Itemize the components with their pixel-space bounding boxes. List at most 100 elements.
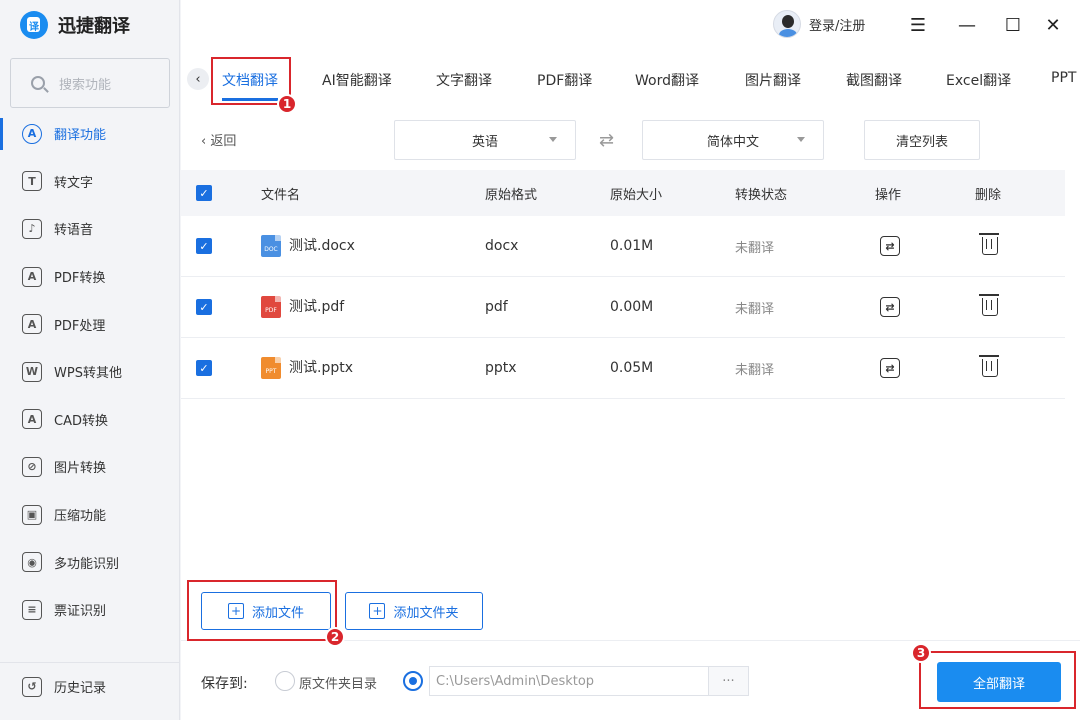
convert-icon[interactable]: ⇄ xyxy=(880,236,900,256)
sidebar-item-label: 压缩功能 xyxy=(54,509,107,525)
tab-screenshot-translate[interactable]: 截图翻译 xyxy=(846,70,902,90)
search-placeholder: 搜索功能 xyxy=(59,77,112,93)
tab-text-translate[interactable]: 文字翻译 xyxy=(436,70,492,90)
sidebar-item[interactable]: ≡ 票证识别 xyxy=(0,586,180,634)
sidebar-item[interactable]: A CAD转换 xyxy=(0,396,180,444)
sidebar-item-label: 转语音 xyxy=(54,223,94,239)
sidebar-item-label: 历史记录 xyxy=(54,681,107,697)
sidebar-item-label: CAD转换 xyxy=(54,413,108,429)
pdf-process-icon: A xyxy=(22,314,42,335)
minimize-icon[interactable]: — xyxy=(956,14,978,36)
table-row[interactable]: ✓ PDF 测试.pdf pdf 0.00M 未翻译 ⇄ xyxy=(181,277,1065,338)
add-folder-label: 添加文件夹 xyxy=(393,605,459,621)
row-checkbox[interactable]: ✓ xyxy=(196,360,212,376)
tab-ai-translate[interactable]: AI智能翻译 xyxy=(322,70,392,90)
sidebar-item[interactable]: A PDF处理 xyxy=(0,300,180,348)
convert-icon[interactable]: ⇄ xyxy=(880,297,900,317)
sidebar-item[interactable]: ◉ 多功能识别 xyxy=(0,538,180,586)
ticket-icon: ≡ xyxy=(22,599,42,620)
annotation-badge-1: 1 xyxy=(277,94,297,114)
file-status: 未翻译 xyxy=(735,301,775,317)
close-icon[interactable]: ✕ xyxy=(1042,14,1064,36)
sidebar-item-label: PDF转换 xyxy=(54,271,106,287)
tab-word-translate[interactable]: Word翻译 xyxy=(635,70,699,90)
logo-icon: 译 xyxy=(20,11,48,39)
sidebar-item-label: 翻译功能 xyxy=(54,128,107,144)
eye-icon: ◉ xyxy=(22,552,42,573)
source-language-select[interactable]: 英语 xyxy=(394,120,576,160)
sidebar: 译 迅捷翻译 搜索功能 A 翻译功能 T 转文字 ♪ 转语音 A PDF转换 A PDF处理 W WP… xyxy=(0,0,180,720)
menu-icon[interactable]: ☰ xyxy=(907,14,929,36)
back-link[interactable]: ‹ 返回 xyxy=(201,130,236,149)
file-size: 0.00M xyxy=(610,299,654,315)
custom-path-radio[interactable] xyxy=(403,671,423,691)
tab-excel-translate[interactable]: Excel翻译 xyxy=(946,70,1011,90)
original-dir-label: 原文件夹目录 xyxy=(299,677,378,692)
output-path-input[interactable] xyxy=(429,666,709,696)
file-name: 测试.pdf xyxy=(289,299,345,315)
column-header-action: 操作 xyxy=(875,187,902,203)
search-box[interactable]: 搜索功能 xyxy=(10,58,170,108)
file-format: pdf xyxy=(485,299,508,315)
app-title: 迅捷翻译 xyxy=(58,16,130,37)
column-header-size: 原始大小 xyxy=(610,187,663,203)
sidebar-item[interactable]: A 翻译功能 xyxy=(0,110,180,158)
annotation-box-3 xyxy=(919,651,1076,709)
file-status: 未翻译 xyxy=(735,240,775,256)
file-name-cell: PDF 测试.pdf xyxy=(261,296,344,318)
maximize-icon[interactable]: ☐ xyxy=(1002,14,1024,36)
column-header-format: 原始格式 xyxy=(485,187,538,203)
sidebar-item[interactable]: W WPS转其他 xyxy=(0,348,180,396)
file-type-icon: PPT xyxy=(261,357,281,379)
chevron-down-icon xyxy=(549,137,557,142)
row-checkbox[interactable]: ✓ xyxy=(196,238,212,254)
logo-glyph: 译 xyxy=(29,22,39,33)
tab-pdf-translate[interactable]: PDF翻译 xyxy=(537,70,592,90)
column-header-delete: 删除 xyxy=(975,187,1002,203)
source-language-value: 英语 xyxy=(471,134,498,150)
clear-list-button[interactable]: 清空列表 xyxy=(864,120,980,160)
annotation-badge-2: 2 xyxy=(325,627,345,647)
tab-ppt-translate[interactable]: PPT xyxy=(1051,70,1076,86)
table-header: ✓ 文件名 原始格式 原始大小 转换状态 操作 删除 xyxy=(181,170,1065,216)
annotation-badge-3: 3 xyxy=(911,643,931,663)
sidebar-item-history[interactable]: ↺ 历史记录 xyxy=(0,663,180,711)
sidebar-item[interactable]: ♪ 转语音 xyxy=(0,205,180,253)
tab-image-translate[interactable]: 图片翻译 xyxy=(745,70,801,90)
sidebar-item-label: PDF处理 xyxy=(54,318,106,334)
table-row[interactable]: ✓ DOC 测试.docx docx 0.01M 未翻译 ⇄ xyxy=(181,216,1065,277)
sidebar-item[interactable]: T 转文字 xyxy=(0,158,180,206)
swap-language-icon[interactable]: ⇄ xyxy=(599,130,614,151)
file-name: 测试.docx xyxy=(289,238,355,254)
sidebar-item-label: 图片转换 xyxy=(54,461,107,477)
history-icon: ↺ xyxy=(22,676,42,697)
file-status: 未翻译 xyxy=(735,362,775,378)
add-folder-button[interactable]: + 添加文件夹 xyxy=(345,592,483,630)
compress-icon: ▣ xyxy=(22,504,42,525)
trash-icon[interactable] xyxy=(979,233,999,255)
translate-icon: A xyxy=(22,123,42,144)
browse-path-button[interactable]: ··· xyxy=(708,666,749,696)
title-bar: 登录/注册 ☰ — ☐ ✕ xyxy=(181,0,1080,50)
row-checkbox[interactable]: ✓ xyxy=(196,299,212,315)
table-row[interactable]: ✓ PPT 测试.pptx pptx 0.05M 未翻译 ⇄ xyxy=(181,338,1065,399)
voice-icon: ♪ xyxy=(22,218,42,239)
trash-icon[interactable] xyxy=(979,294,999,316)
sidebar-item[interactable]: ▣ 压缩功能 xyxy=(0,491,180,539)
add-folder-icon: + xyxy=(369,603,386,619)
target-language-select[interactable]: 简体中文 xyxy=(642,120,824,160)
tabs-prev-icon[interactable]: ‹ xyxy=(187,68,209,90)
login-button[interactable]: 登录/注册 xyxy=(773,10,865,38)
sidebar-item[interactable]: ⊘ 图片转换 xyxy=(0,443,180,491)
main-panel: ‹ 返回 英语 ⇄ 简体中文 清空列表 ✓ 文件名 原始格式 原始大小 转换状态… xyxy=(181,106,1080,640)
original-dir-radio[interactable] xyxy=(275,671,295,691)
target-language-value: 简体中文 xyxy=(706,134,759,150)
file-format: pptx xyxy=(485,360,517,376)
file-name-cell: DOC 测试.docx xyxy=(261,235,355,257)
save-to-label: 保存到: xyxy=(201,676,248,692)
trash-icon[interactable] xyxy=(979,355,999,377)
convert-icon[interactable]: ⇄ xyxy=(880,358,900,378)
sidebar-item[interactable]: A PDF转换 xyxy=(0,253,180,301)
sidebar-history: ↺ 历史记录 xyxy=(0,662,180,711)
select-all-checkbox[interactable]: ✓ xyxy=(196,185,212,201)
